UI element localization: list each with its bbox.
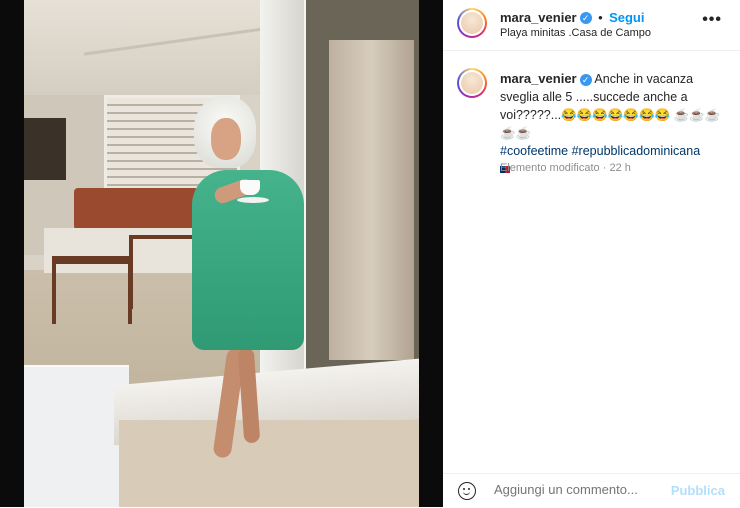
- verified-badge-icon: ✓: [579, 11, 592, 24]
- emoji-smiley-icon[interactable]: [458, 482, 476, 500]
- publish-button[interactable]: Pubblica: [671, 483, 725, 498]
- saucer: [237, 197, 269, 203]
- comment-input[interactable]: [494, 482, 644, 497]
- separator-dot: •: [598, 10, 603, 25]
- caption-username-link[interactable]: mara_venier: [500, 71, 577, 86]
- post-photo[interactable]: [0, 0, 443, 507]
- more-options-icon[interactable]: •••: [702, 11, 722, 29]
- sofa-cushions: [74, 188, 199, 230]
- instagram-post-view: mara_venier ✓ • Segui Playa minitas .Casa…: [0, 0, 740, 507]
- edited-label: Elemento modificato: [500, 162, 600, 174]
- hashtag-link[interactable]: #repubblicadominicana: [572, 144, 701, 158]
- patio-floor: [119, 420, 419, 507]
- avatar[interactable]: [457, 8, 487, 38]
- follow-button[interactable]: Segui: [609, 10, 644, 25]
- timestamp[interactable]: 22 h: [609, 162, 630, 174]
- wooden-chair: [129, 235, 197, 309]
- post-header: mara_venier ✓ • Segui Playa minitas .Casa…: [443, 0, 740, 51]
- caption-avatar[interactable]: [457, 68, 487, 98]
- comment-bar: Pubblica: [443, 473, 740, 508]
- caption-meta: Elemento modificato · 22 h: [500, 162, 631, 174]
- location-link[interactable]: Playa minitas .Casa de Campo: [500, 27, 651, 39]
- photo-scene: [24, 0, 419, 507]
- post-side-panel: mara_venier ✓ • Segui Playa minitas .Casa…: [443, 0, 740, 507]
- hashtag-link[interactable]: #coofeetime: [500, 144, 568, 158]
- tv: [24, 118, 66, 180]
- username-link[interactable]: mara_venier: [500, 10, 577, 25]
- coffee-cup: [240, 180, 260, 195]
- curtain: [329, 40, 414, 360]
- face: [211, 118, 241, 160]
- time-separator: ·: [602, 162, 607, 174]
- wooden-table: [52, 256, 132, 324]
- header-user-line: mara_venier ✓ • Segui: [500, 9, 645, 27]
- verified-badge-icon: ✓: [579, 73, 592, 86]
